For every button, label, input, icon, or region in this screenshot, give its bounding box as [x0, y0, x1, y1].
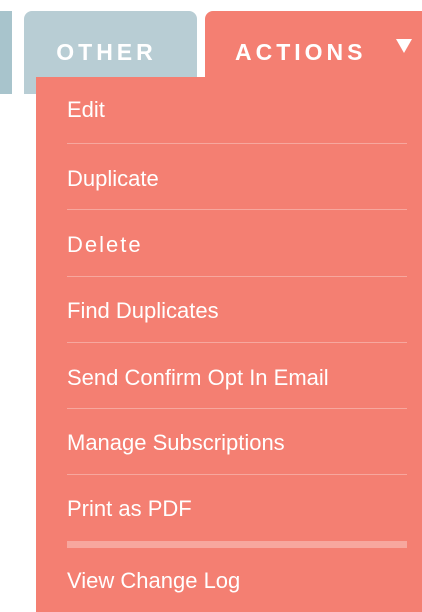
- tab-previous-partial[interactable]: [0, 11, 16, 94]
- menu-item-label: Edit: [67, 96, 105, 122]
- tab-other-label: OTHER: [56, 39, 157, 65]
- menu-item-print-as-pdf[interactable]: Print as PDF: [36, 476, 422, 541]
- menu-item-find-duplicates[interactable]: Find Duplicates: [36, 278, 422, 343]
- actions-dropdown-menu: Edit Duplicate Delete Find Duplicates Se…: [0, 0, 422, 612]
- menu-item-label: Delete: [67, 231, 143, 257]
- menu-item-label: Find Duplicates: [67, 297, 219, 323]
- menu-item-edit[interactable]: Edit: [36, 77, 422, 142]
- tab-actions-label: ACTIONS: [235, 39, 367, 65]
- menu-item-label: Print as PDF: [67, 495, 192, 521]
- menu-item-send-confirm-opt-in-email[interactable]: Send Confirm Opt In Email: [36, 345, 422, 410]
- menu-item-label: View Change Log: [67, 567, 241, 593]
- menu-item-label: Send Confirm Opt In Email: [67, 364, 329, 390]
- menu-item-delete[interactable]: Delete: [36, 212, 422, 277]
- menu-item-label: Manage Subscriptions: [67, 429, 285, 455]
- menu-item-manage-subscriptions[interactable]: Manage Subscriptions: [36, 410, 422, 475]
- menu-item-view-change-log[interactable]: View Change Log: [36, 548, 422, 612]
- menu-item-duplicate[interactable]: Duplicate: [36, 146, 422, 211]
- caret-down-icon: [396, 39, 412, 53]
- menu-item-label: Duplicate: [67, 165, 159, 191]
